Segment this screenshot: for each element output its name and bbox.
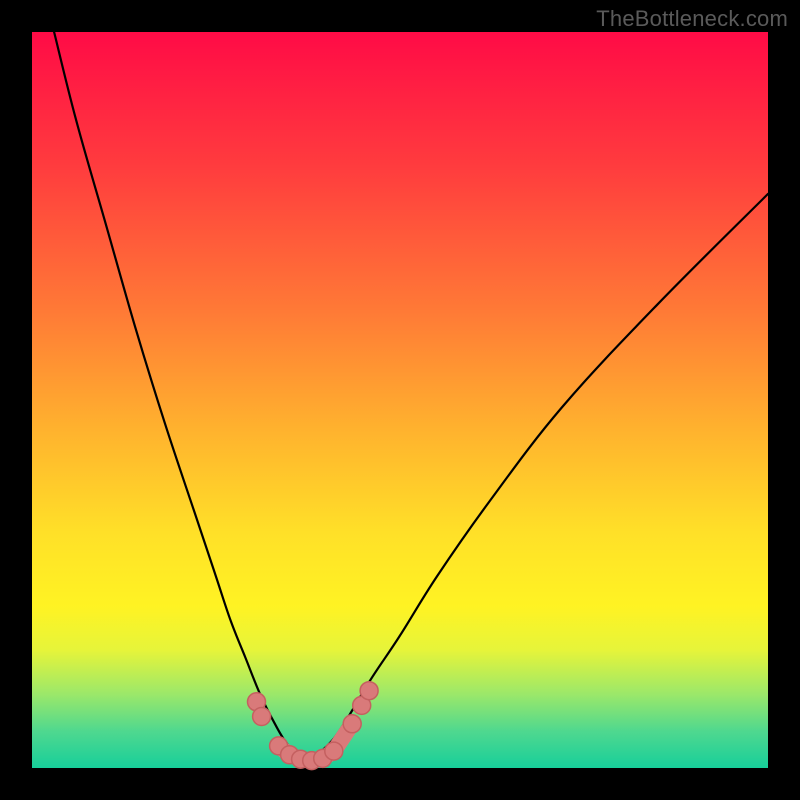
marker-point bbox=[253, 708, 271, 726]
watermark-text: TheBottleneck.com bbox=[596, 6, 788, 32]
markers-group bbox=[248, 682, 379, 770]
chart-svg bbox=[32, 32, 768, 768]
marker-point bbox=[360, 682, 378, 700]
marker-point bbox=[343, 715, 361, 733]
curve-left bbox=[54, 32, 308, 761]
marker-point bbox=[325, 742, 343, 760]
curve-right bbox=[308, 194, 768, 761]
plot-area bbox=[32, 32, 768, 768]
curve-group bbox=[54, 32, 768, 761]
outer-frame: TheBottleneck.com bbox=[0, 0, 800, 800]
